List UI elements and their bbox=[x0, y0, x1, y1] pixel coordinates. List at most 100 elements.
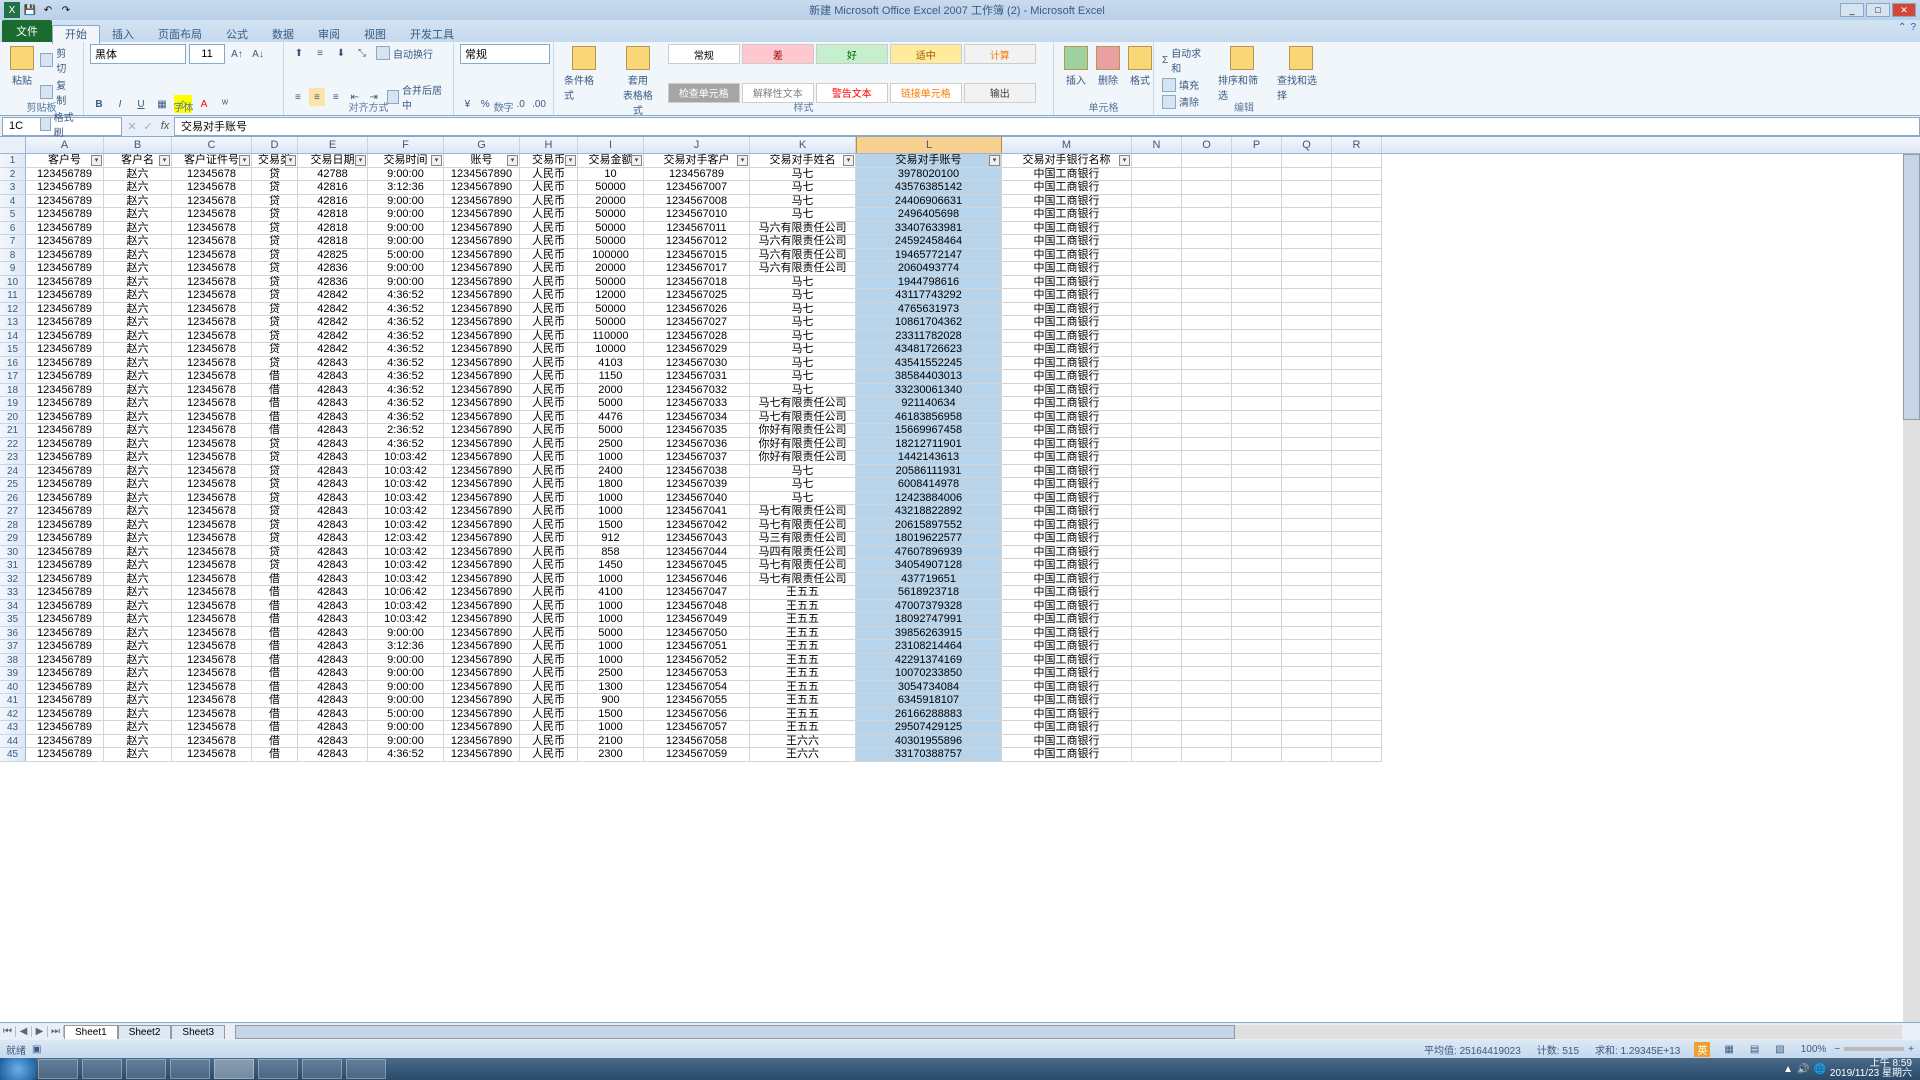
cell[interactable]: 赵六 bbox=[104, 222, 172, 236]
cell[interactable]: 1234567890 bbox=[444, 411, 520, 425]
cell[interactable]: 王五五 bbox=[750, 600, 856, 614]
cell[interactable]: 123456789 bbox=[26, 667, 104, 681]
cell[interactable]: 12345678 bbox=[172, 627, 252, 641]
cell[interactable] bbox=[1232, 276, 1282, 290]
cell[interactable]: 123456789 bbox=[26, 721, 104, 735]
cell[interactable]: 1234567040 bbox=[644, 492, 750, 506]
sheet-nav[interactable]: ⏮ ◀ ▶ ⏭ bbox=[0, 1026, 64, 1037]
cell[interactable] bbox=[1182, 222, 1232, 236]
cell[interactable]: 马七 bbox=[750, 168, 856, 182]
close-button[interactable]: ✕ bbox=[1892, 3, 1916, 17]
cell[interactable] bbox=[1282, 181, 1332, 195]
cell[interactable]: 123456789 bbox=[26, 681, 104, 695]
row-header[interactable]: 7 bbox=[0, 235, 26, 249]
cell[interactable]: 1234567046 bbox=[644, 573, 750, 587]
cell[interactable]: 中国工商银行 bbox=[1002, 654, 1132, 668]
cell[interactable]: 交易对手客户▾ bbox=[644, 154, 750, 168]
cell[interactable]: 123456789 bbox=[26, 235, 104, 249]
cell[interactable] bbox=[1232, 181, 1282, 195]
cell[interactable]: 1000 bbox=[578, 600, 644, 614]
cell[interactable]: 1234567890 bbox=[444, 397, 520, 411]
cell[interactable]: 贷 bbox=[252, 519, 298, 533]
cell[interactable]: 1234567052 bbox=[644, 654, 750, 668]
cell[interactable]: 12345678 bbox=[172, 505, 252, 519]
cell[interactable]: 借 bbox=[252, 735, 298, 749]
cell[interactable]: 1234567890 bbox=[444, 708, 520, 722]
cell[interactable]: 马七 bbox=[750, 208, 856, 222]
cell[interactable]: 50000 bbox=[578, 208, 644, 222]
row-header[interactable]: 4 bbox=[0, 195, 26, 209]
cell[interactable] bbox=[1182, 546, 1232, 560]
cell[interactable]: 王五五 bbox=[750, 708, 856, 722]
cell[interactable]: 12345678 bbox=[172, 262, 252, 276]
row-header[interactable]: 19 bbox=[0, 397, 26, 411]
cell[interactable]: 贷 bbox=[252, 208, 298, 222]
cell[interactable] bbox=[1332, 276, 1382, 290]
cell[interactable]: 123456789 bbox=[26, 276, 104, 290]
cell[interactable]: 贷 bbox=[252, 532, 298, 546]
cell[interactable] bbox=[1282, 397, 1332, 411]
cell[interactable] bbox=[1332, 303, 1382, 317]
cell[interactable] bbox=[1232, 384, 1282, 398]
cell[interactable]: 贷 bbox=[252, 249, 298, 263]
row-header[interactable]: 9 bbox=[0, 262, 26, 276]
cell[interactable]: 王五五 bbox=[750, 681, 856, 695]
undo-icon[interactable]: ↶ bbox=[40, 2, 56, 18]
cell[interactable]: 40301955896 bbox=[856, 735, 1002, 749]
cell[interactable]: 1234567045 bbox=[644, 559, 750, 573]
filter-arrow-icon[interactable]: ▾ bbox=[843, 155, 854, 166]
cell[interactable] bbox=[1232, 330, 1282, 344]
increase-font-icon[interactable]: A↑ bbox=[228, 45, 246, 63]
cell[interactable] bbox=[1232, 613, 1282, 627]
cell[interactable]: 中国工商银行 bbox=[1002, 613, 1132, 627]
cell[interactable]: 赵六 bbox=[104, 478, 172, 492]
cell[interactable] bbox=[1232, 654, 1282, 668]
cell[interactable]: 123456789 bbox=[26, 222, 104, 236]
cell[interactable]: 中国工商银行 bbox=[1002, 303, 1132, 317]
cell[interactable]: 中国工商银行 bbox=[1002, 181, 1132, 195]
cell[interactable]: 赵六 bbox=[104, 330, 172, 344]
vertical-scrollbar[interactable] bbox=[1903, 154, 1920, 1040]
row-header[interactable]: 32 bbox=[0, 573, 26, 587]
cell[interactable]: 1234567890 bbox=[444, 262, 520, 276]
task-item[interactable] bbox=[258, 1059, 298, 1079]
cell[interactable]: 中国工商银行 bbox=[1002, 262, 1132, 276]
cell[interactable] bbox=[1182, 154, 1232, 168]
cell[interactable] bbox=[1332, 343, 1382, 357]
cell[interactable]: 42843 bbox=[298, 748, 368, 762]
cell[interactable]: 123456789 bbox=[26, 289, 104, 303]
align-bottom-icon[interactable]: ⬇ bbox=[332, 44, 350, 62]
cell[interactable]: 中国工商银行 bbox=[1002, 208, 1132, 222]
cell[interactable]: 1234567890 bbox=[444, 586, 520, 600]
cell[interactable]: 1234567890 bbox=[444, 573, 520, 587]
cell[interactable]: 人民币 bbox=[520, 478, 578, 492]
cell[interactable] bbox=[1182, 181, 1232, 195]
cell[interactable] bbox=[1282, 276, 1332, 290]
task-item[interactable] bbox=[82, 1059, 122, 1079]
task-item[interactable] bbox=[38, 1059, 78, 1079]
row-header[interactable]: 27 bbox=[0, 505, 26, 519]
font-name-select[interactable] bbox=[90, 44, 186, 64]
cell[interactable]: 12345678 bbox=[172, 235, 252, 249]
cell[interactable] bbox=[1282, 411, 1332, 425]
cell[interactable]: 中国工商银行 bbox=[1002, 222, 1132, 236]
cell[interactable]: 人民币 bbox=[520, 465, 578, 479]
row-header[interactable]: 36 bbox=[0, 627, 26, 641]
row-header[interactable]: 13 bbox=[0, 316, 26, 330]
cell[interactable]: 12345678 bbox=[172, 276, 252, 290]
cell[interactable]: 借 bbox=[252, 397, 298, 411]
cell[interactable]: 中国工商银行 bbox=[1002, 465, 1132, 479]
cell[interactable]: 中国工商银行 bbox=[1002, 478, 1132, 492]
cell[interactable]: 42843 bbox=[298, 667, 368, 681]
cell[interactable] bbox=[1332, 289, 1382, 303]
cell[interactable]: 贷 bbox=[252, 195, 298, 209]
cell[interactable]: 人民币 bbox=[520, 384, 578, 398]
cell[interactable] bbox=[1232, 492, 1282, 506]
cell[interactable] bbox=[1332, 573, 1382, 587]
cell[interactable] bbox=[1282, 748, 1332, 762]
cell[interactable] bbox=[1182, 519, 1232, 533]
cell[interactable] bbox=[1182, 532, 1232, 546]
cell[interactable] bbox=[1132, 546, 1182, 560]
cell[interactable]: 马六有限责任公司 bbox=[750, 222, 856, 236]
cell[interactable]: 123456789 bbox=[644, 168, 750, 182]
